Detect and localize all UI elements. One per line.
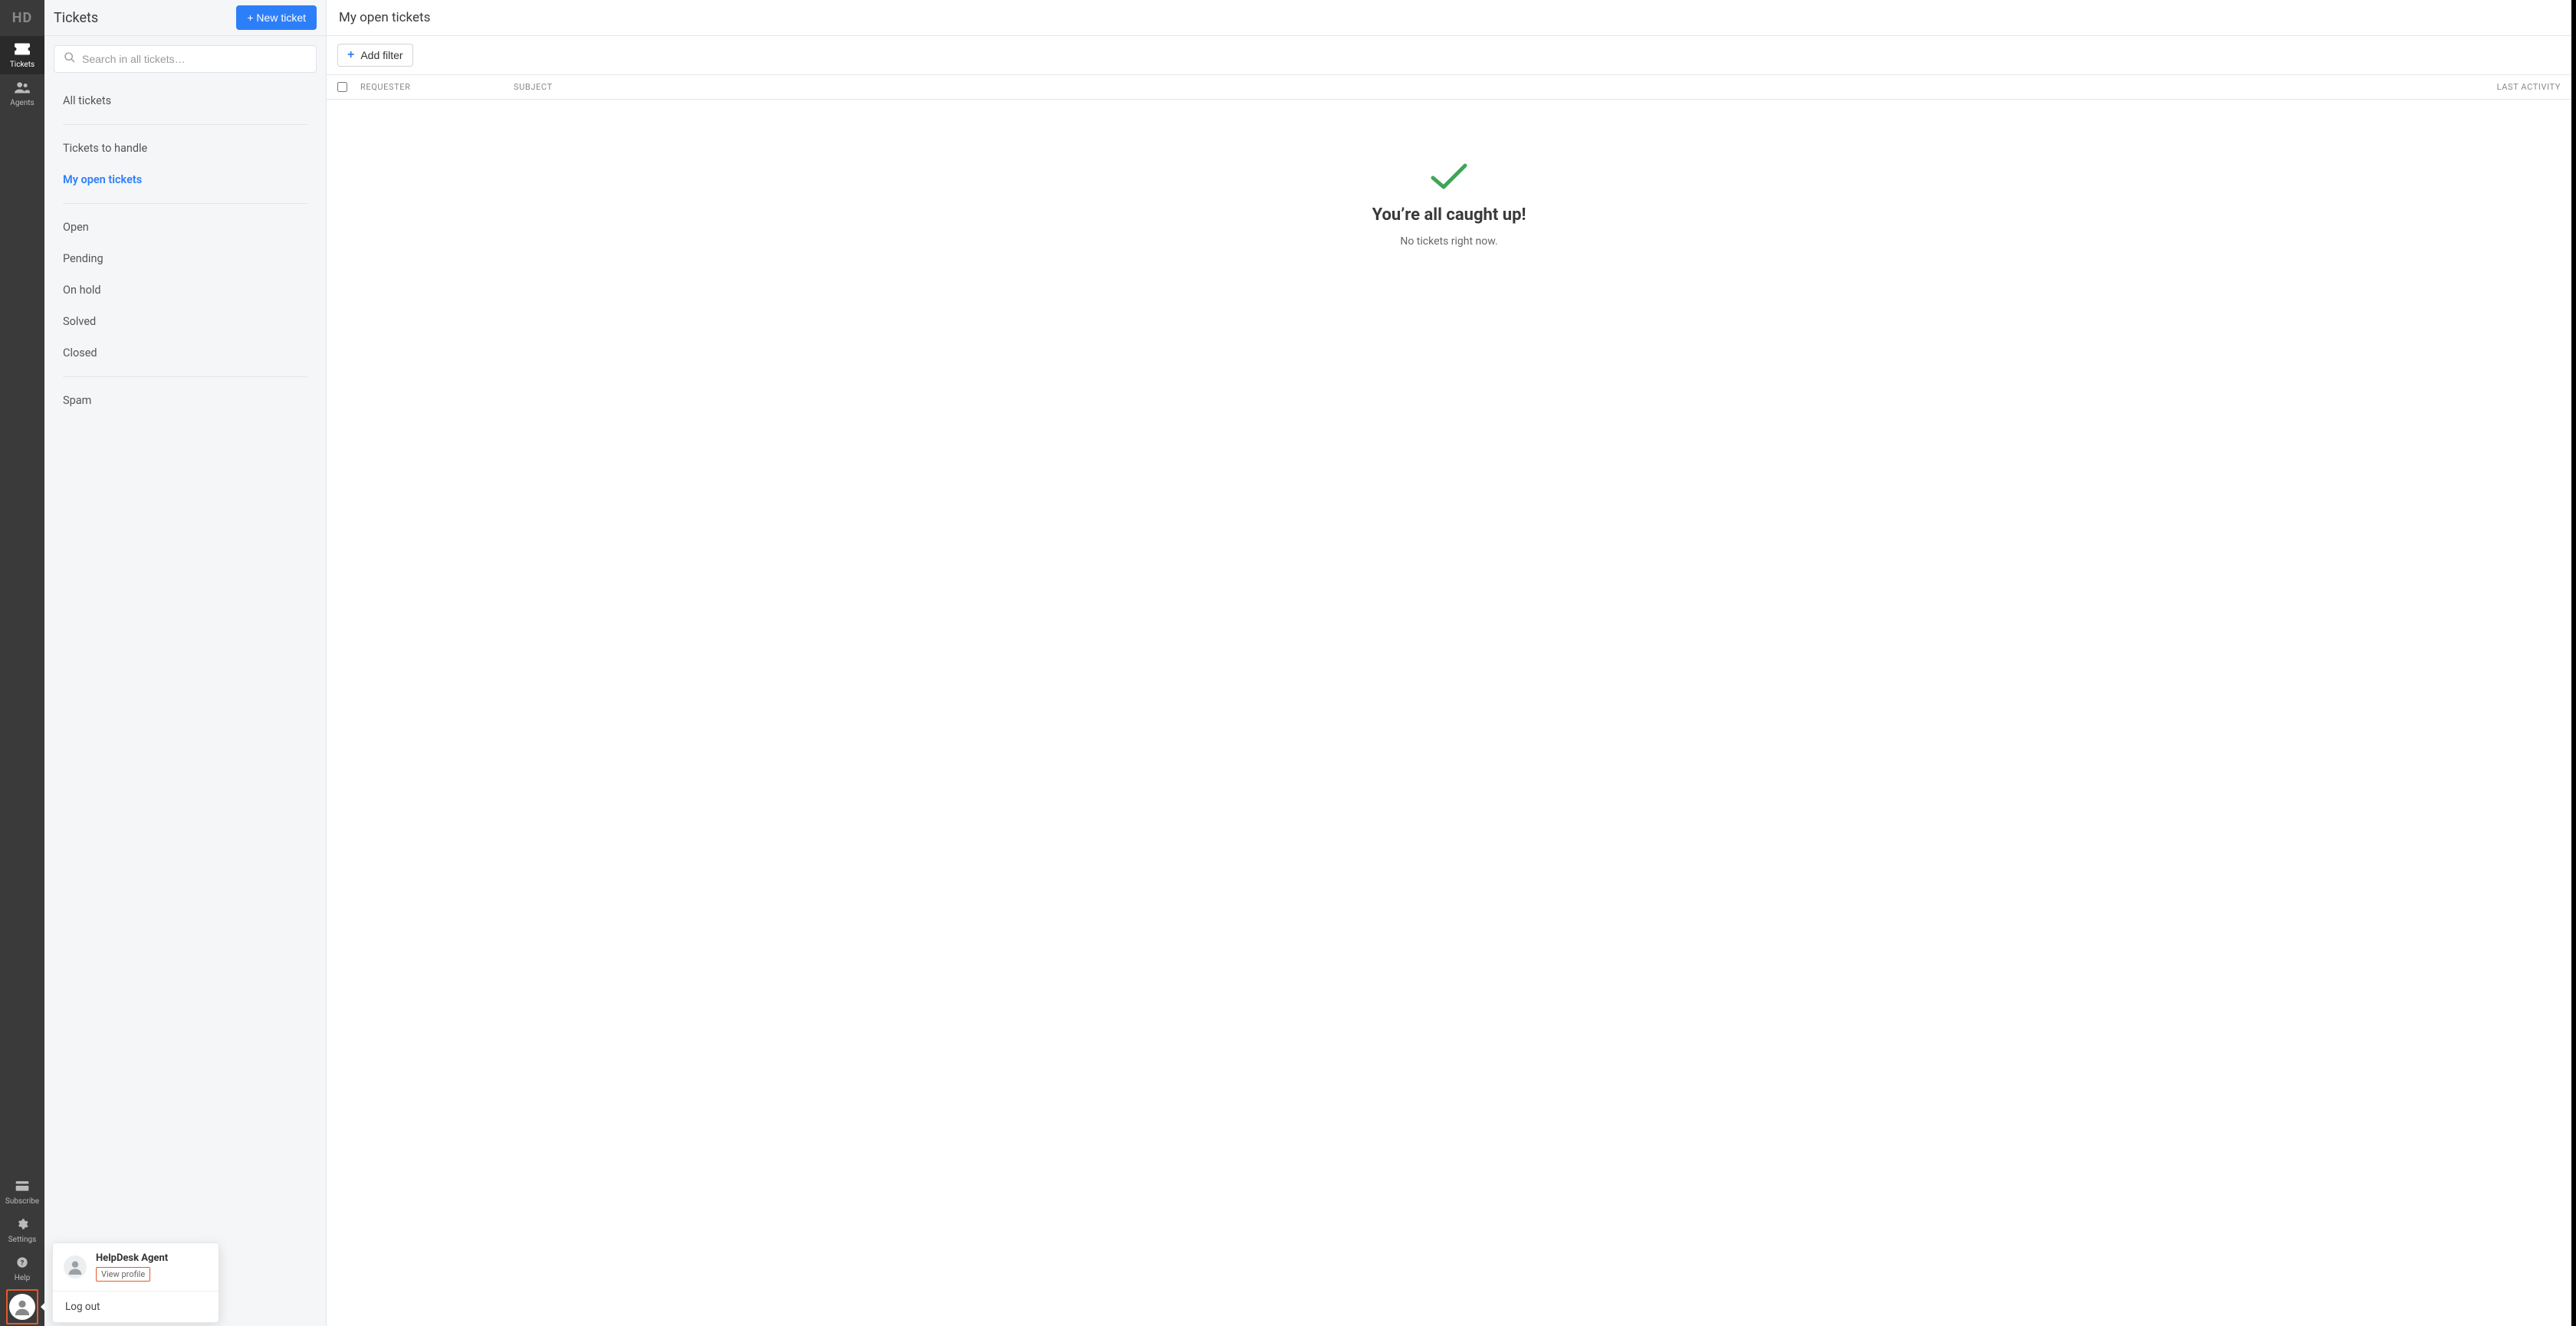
col-requester[interactable]: Requester bbox=[360, 82, 514, 92]
search-input[interactable] bbox=[82, 46, 316, 72]
avatar bbox=[9, 1294, 35, 1320]
add-filter-button[interactable]: + Add filter bbox=[337, 44, 413, 67]
filter-all-tickets[interactable]: All tickets bbox=[54, 85, 317, 117]
gear-icon bbox=[15, 1218, 30, 1233]
table-header-row: Requester Subject Last activity bbox=[327, 75, 2571, 100]
search-icon bbox=[54, 51, 82, 67]
view-profile-link[interactable]: View profile bbox=[96, 1267, 150, 1282]
nav-agents-label: Agents bbox=[10, 99, 34, 107]
checkmark-icon bbox=[1430, 161, 1468, 195]
plus-icon: + bbox=[347, 49, 354, 61]
divider bbox=[63, 203, 307, 204]
page-title: My open tickets bbox=[327, 0, 2571, 36]
toolbar: + Add filter bbox=[327, 36, 2571, 75]
nav-agents[interactable]: Agents bbox=[0, 74, 44, 113]
nav-profile[interactable] bbox=[0, 1288, 44, 1326]
filter-list: All tickets Tickets to handle My open ti… bbox=[44, 82, 326, 419]
avatar bbox=[64, 1255, 87, 1278]
nav-tickets[interactable]: Tickets bbox=[0, 36, 44, 74]
svg-text:?: ? bbox=[21, 1259, 25, 1267]
user-menu-popover: HelpDesk Agent View profile Log out bbox=[52, 1242, 219, 1323]
help-icon: ? bbox=[15, 1256, 30, 1272]
add-filter-label: Add filter bbox=[360, 49, 402, 61]
window-edge bbox=[2571, 0, 2576, 1326]
empty-subtitle: No tickets right now. bbox=[1400, 235, 1497, 248]
ticket-icon bbox=[15, 43, 30, 58]
side-header: Tickets + New ticket bbox=[44, 0, 326, 36]
col-subject[interactable]: Subject bbox=[514, 82, 2446, 92]
user-menu-header: HelpDesk Agent View profile bbox=[53, 1243, 219, 1292]
nav-help[interactable]: ? Help bbox=[0, 1249, 44, 1288]
divider bbox=[63, 124, 307, 125]
subscribe-icon bbox=[15, 1180, 30, 1195]
filter-to-handle[interactable]: Tickets to handle bbox=[54, 133, 317, 164]
nav-rail: HD Tickets Agents Subscribe bbox=[0, 0, 44, 1326]
main-content: My open tickets + Add filter Requester S… bbox=[327, 0, 2571, 1326]
filter-pending[interactable]: Pending bbox=[54, 243, 317, 274]
agents-icon bbox=[15, 81, 30, 97]
nav-tickets-label: Tickets bbox=[10, 61, 34, 69]
col-last-activity[interactable]: Last activity bbox=[2446, 82, 2561, 92]
filter-my-open[interactable]: My open tickets bbox=[54, 164, 317, 195]
side-title: Tickets bbox=[54, 10, 98, 26]
select-all-checkbox[interactable] bbox=[337, 82, 347, 92]
filter-spam[interactable]: Spam bbox=[54, 385, 317, 416]
logo: HD bbox=[0, 0, 44, 36]
filter-solved[interactable]: Solved bbox=[54, 306, 317, 337]
new-ticket-button[interactable]: + New ticket bbox=[236, 5, 317, 30]
divider bbox=[63, 376, 307, 377]
empty-state: You’re all caught up! No tickets right n… bbox=[327, 100, 2571, 1326]
empty-title: You’re all caught up! bbox=[1372, 205, 1526, 225]
filter-closed[interactable]: Closed bbox=[54, 337, 317, 369]
select-all-cell bbox=[337, 82, 360, 92]
nav-settings-label: Settings bbox=[8, 1236, 37, 1244]
filter-open[interactable]: Open bbox=[54, 212, 317, 243]
user-name: HelpDesk Agent bbox=[96, 1252, 168, 1264]
nav-subscribe-label: Subscribe bbox=[5, 1197, 39, 1206]
nav-subscribe[interactable]: Subscribe bbox=[0, 1173, 44, 1211]
ticket-filter-panel: Tickets + New ticket All tickets Tickets… bbox=[44, 0, 327, 1326]
search-field[interactable] bbox=[54, 45, 317, 73]
logout-button[interactable]: Log out bbox=[53, 1292, 219, 1322]
nav-settings[interactable]: Settings bbox=[0, 1211, 44, 1249]
nav-help-label: Help bbox=[15, 1274, 30, 1282]
app-root: HD Tickets Agents Subscribe bbox=[0, 0, 2576, 1326]
filter-onhold[interactable]: On hold bbox=[54, 274, 317, 306]
